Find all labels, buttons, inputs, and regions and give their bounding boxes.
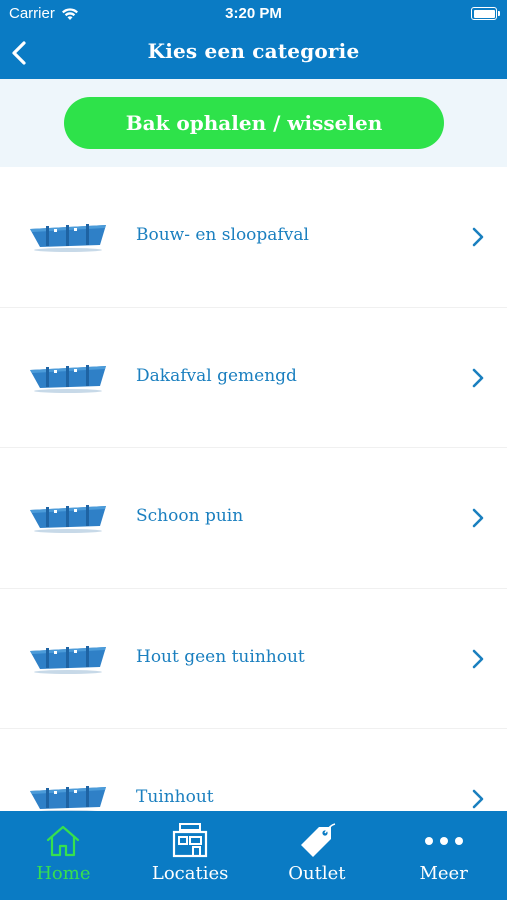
category-label: Tuinhout <box>136 787 214 807</box>
more-icon <box>424 837 463 845</box>
tab-home[interactable]: Home <box>0 811 127 900</box>
category-label: Schoon puin <box>136 506 244 526</box>
tab-meer[interactable]: Meer <box>380 811 507 900</box>
container-icon <box>30 645 106 674</box>
category-label: Bouw- en sloopafval <box>136 225 309 245</box>
list-item[interactable]: Hout geen tuinhout <box>0 589 507 729</box>
tab-label: Meer <box>419 863 468 884</box>
list-item[interactable]: Bouw- en sloopafval <box>0 167 507 308</box>
tab-locaties[interactable]: Locaties <box>127 811 254 900</box>
chevron-right-icon <box>472 649 484 668</box>
battery-icon <box>471 7 500 20</box>
tab-label: Home <box>36 863 91 884</box>
tab-label: Locaties <box>151 863 229 884</box>
category-label: Dakafval gemengd <box>136 365 297 386</box>
chevron-right-icon <box>472 227 484 247</box>
pickup-exchange-button[interactable]: Bak ophalen / wisselen <box>64 97 444 149</box>
navigation-bar: Kies een categorie <box>0 28 507 79</box>
tag-icon <box>300 823 336 857</box>
category-list: Bouw- en sloopafval Dakafval gemengd Sch… <box>0 167 507 811</box>
tab-label: Outlet <box>288 863 346 884</box>
list-item[interactable]: Dakafval gemengd <box>0 308 507 448</box>
category-label: Hout geen tuinhout <box>136 646 305 667</box>
status-bar: Carrier 3:20 PM <box>0 0 507 28</box>
action-section: Bak ophalen / wisselen <box>0 79 507 167</box>
container-icon <box>30 364 106 393</box>
page-title: Kies een categorie <box>147 39 360 63</box>
list-item[interactable]: Tuinhout <box>0 729 507 811</box>
list-item[interactable]: Schoon puin <box>0 448 507 589</box>
clock: 3:20 PM <box>225 5 282 22</box>
chevron-right-icon <box>472 789 484 809</box>
locations-icon <box>173 823 208 858</box>
home-icon <box>47 825 80 857</box>
container-icon <box>30 505 106 533</box>
container-icon <box>30 786 106 811</box>
tab-bar: Home Locaties Outlet Meer <box>0 811 507 900</box>
chevron-right-icon <box>472 368 484 387</box>
chevron-right-icon <box>472 508 484 528</box>
tab-outlet[interactable]: Outlet <box>254 811 381 900</box>
container-icon <box>30 224 106 252</box>
